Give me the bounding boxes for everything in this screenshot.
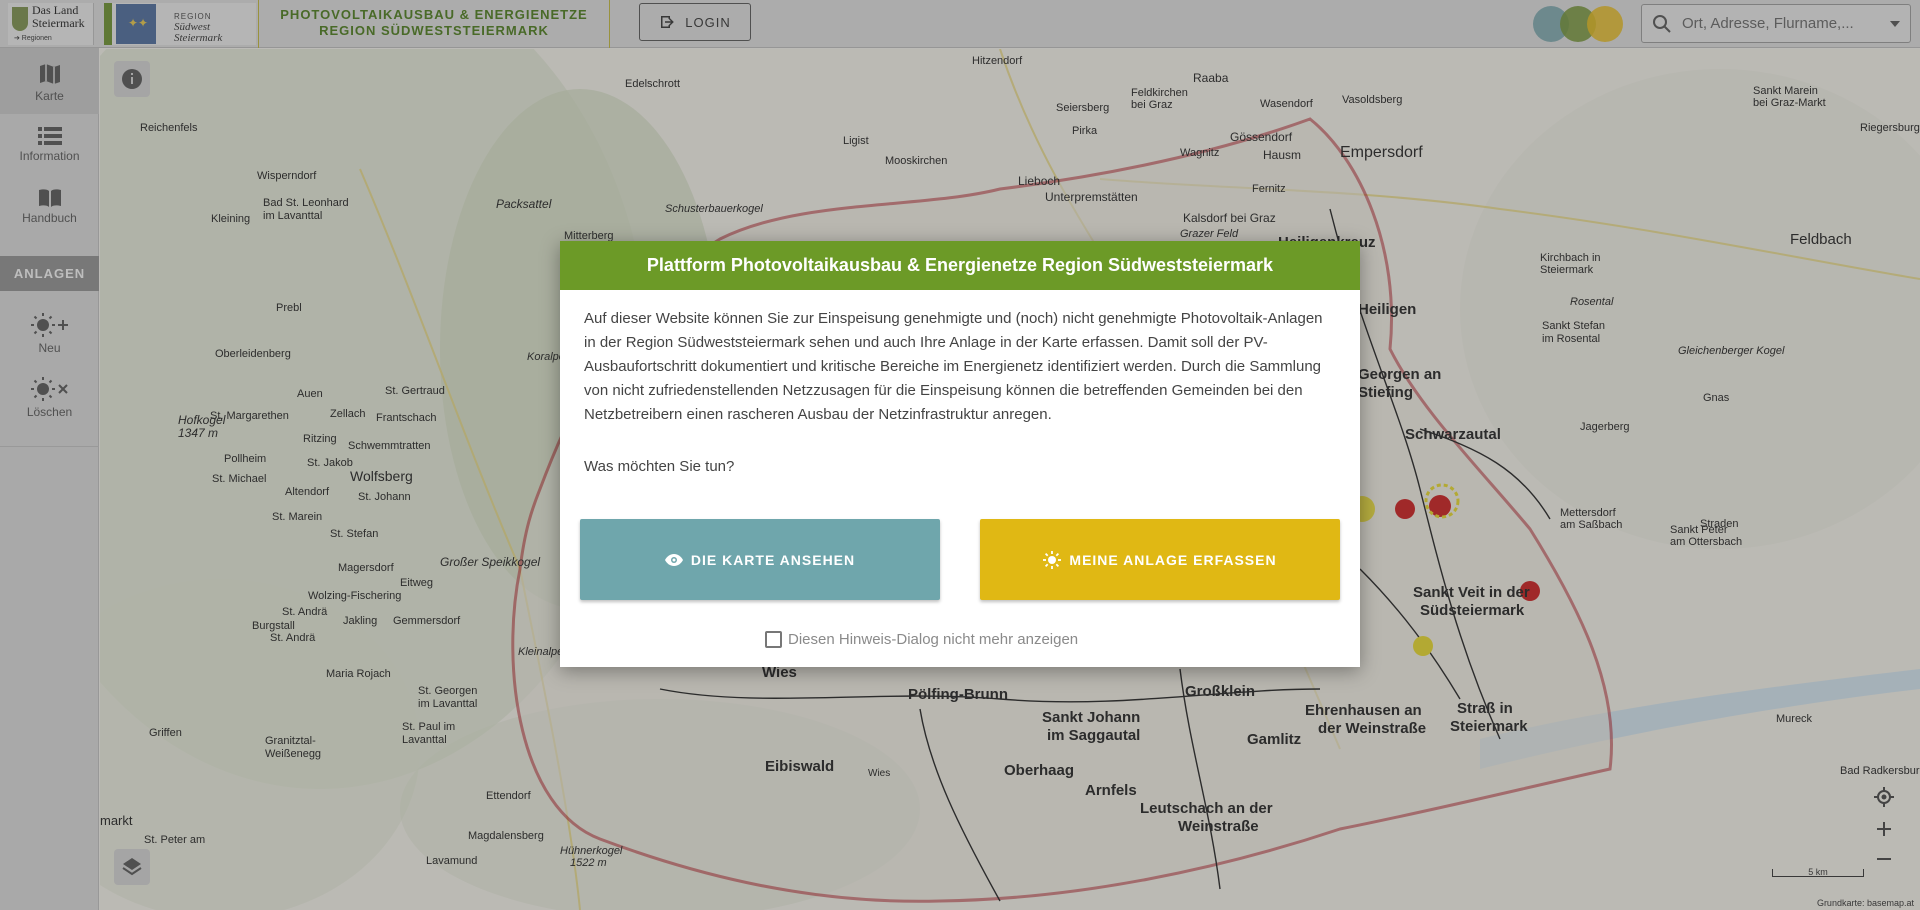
dialog-title: Plattform Photovoltaikausbau & Energiene… xyxy=(560,241,1360,290)
register-installation-label: MEINE ANLAGE ERFASSEN xyxy=(1069,551,1277,568)
dont-show-again-label: Diesen Hinweis-Dialog nicht mehr anzeige… xyxy=(788,631,1079,648)
dont-show-again-checkbox[interactable]: Diesen Hinweis-Dialog nicht mehr anzeige… xyxy=(765,631,1078,648)
register-installation-button[interactable]: MEINE ANLAGE ERFASSEN xyxy=(980,519,1340,600)
intro-dialog: Plattform Photovoltaikausbau & Energiene… xyxy=(560,241,1360,667)
checkbox-box[interactable] xyxy=(765,631,782,648)
dialog-question: Was möchten Sie tun? xyxy=(584,458,735,475)
view-map-label: DIE KARTE ANSEHEN xyxy=(690,551,856,568)
view-map-button[interactable]: DIE KARTE ANSEHEN xyxy=(580,519,940,600)
sun-icon xyxy=(1043,550,1062,569)
eye-icon xyxy=(664,553,683,566)
dialog-body-text: Auf dieser Website können Sie zur Einspe… xyxy=(584,310,1323,423)
